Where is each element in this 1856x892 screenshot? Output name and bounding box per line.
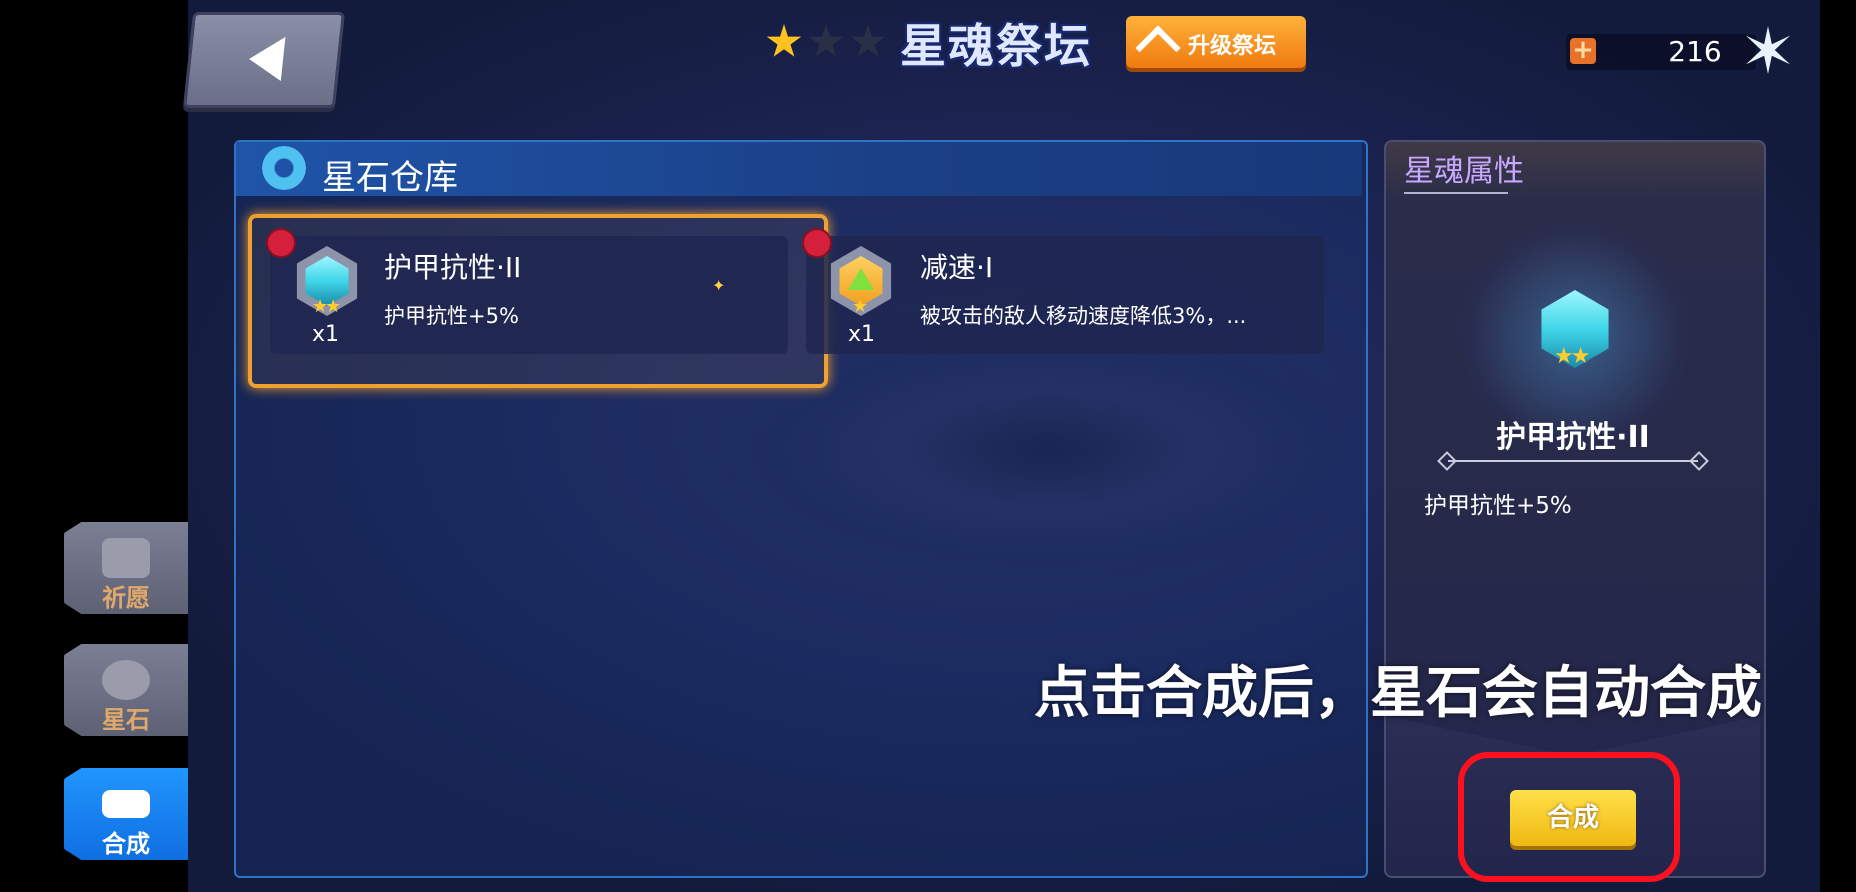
attribute-stone-name: 护甲抗性·II: [1496, 420, 1650, 455]
back-button[interactable]: [182, 12, 346, 108]
starstone-icon: [102, 660, 150, 700]
stone-name: 护甲抗性·II: [384, 251, 522, 284]
add-currency-icon[interactable]: +: [1570, 37, 1596, 64]
sidebar-item-compose[interactable]: 合成: [64, 768, 188, 860]
sidebar-item-label: 星石: [102, 706, 150, 734]
upgrade-chevron-icon: [1135, 25, 1181, 71]
upgrade-altar-button[interactable]: 升级祭坛: [1126, 16, 1306, 71]
name-divider: [1448, 460, 1698, 462]
warehouse-title: 星石仓库: [322, 158, 458, 198]
stone-desc: 被攻击的敌人移动速度降低3%，...: [920, 304, 1247, 328]
two-star-rating-icon: ★★: [1554, 344, 1590, 369]
anvil-icon: [102, 790, 150, 818]
back-arrow-icon: [246, 37, 286, 81]
stone-count: x1: [312, 322, 340, 347]
sparkle-icon: ✦: [712, 276, 726, 295]
highlight-ring: [1458, 752, 1680, 882]
attribute-title: 星魂属性: [1404, 154, 1524, 189]
stone-desc: 护甲抗性+5%: [384, 304, 519, 328]
gear-stone-icon: [262, 146, 306, 190]
sidebar-item-label: 合成: [102, 830, 150, 858]
sidebar-item-starstone[interactable]: 星石: [64, 644, 188, 736]
page-title: 星魂祭坛: [900, 19, 1092, 73]
attribute-desc: 护甲抗性+5%: [1424, 493, 1572, 519]
upgrade-altar-label: 升级祭坛: [1188, 34, 1277, 59]
title-divider: [1404, 192, 1508, 194]
currency-value: 216: [1668, 35, 1722, 68]
wish-icon: [102, 538, 150, 578]
tutorial-caption: 点击合成后，星石会自动合成: [1034, 661, 1762, 726]
stone-name: 减速·I: [920, 251, 994, 284]
stone-count: x1: [848, 322, 876, 347]
two-star-rating-icon: ★★: [312, 296, 341, 317]
sidebar-item-wish[interactable]: 祈愿: [64, 522, 188, 614]
sidebar-item-label: 祈愿: [102, 584, 150, 612]
one-star-rating-icon: ★: [852, 296, 868, 317]
